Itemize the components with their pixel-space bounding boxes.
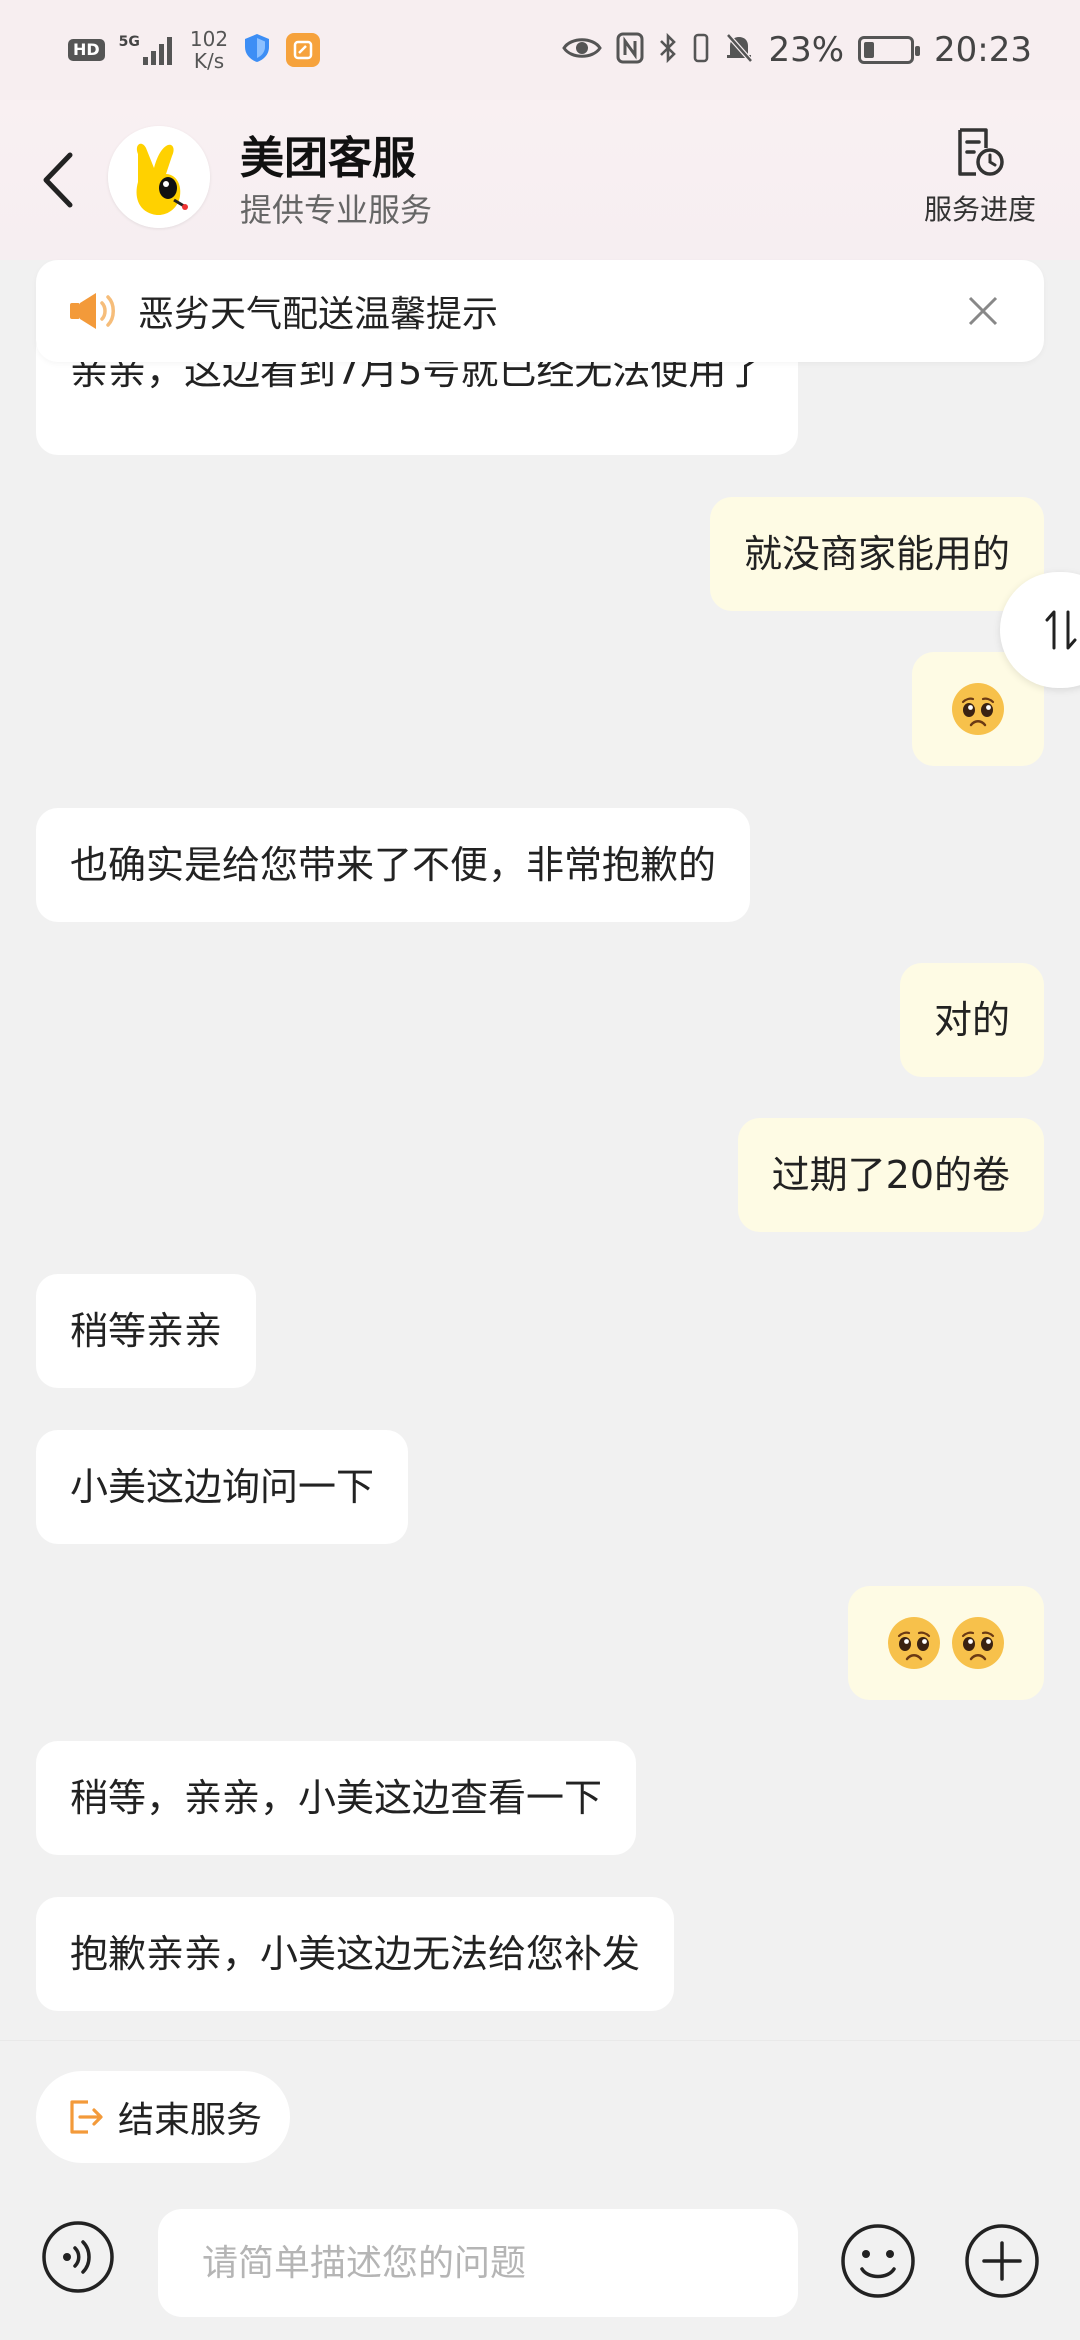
notice-text: 恶劣天气配送温馨提示: [138, 294, 499, 335]
emoji-button[interactable]: [838, 2221, 918, 2301]
smiley-icon: [841, 2224, 915, 2298]
network-type: 5G: [118, 34, 140, 50]
clock: 20:23: [934, 30, 1032, 70]
signal-icon: 5G: [119, 35, 176, 65]
vibrate-icon: [692, 32, 710, 68]
app-notification-icon: [286, 33, 321, 67]
nfc-icon: [616, 32, 644, 68]
page-title: 美团客服: [240, 133, 416, 184]
message-bubble-outgoing[interactable]: 过期了20的卷: [737, 1118, 1044, 1232]
battery-fill: [864, 42, 875, 58]
eye-icon: [562, 35, 603, 65]
close-notice-button[interactable]: [958, 286, 1008, 336]
voice-icon: [42, 2221, 114, 2293]
back-button[interactable]: [30, 140, 86, 220]
meituan-mascot-icon: [108, 126, 210, 228]
status-right: 23% 20:23: [562, 30, 1032, 70]
plus-icon: [965, 2224, 1039, 2298]
mute-bell-icon: [724, 32, 754, 68]
message-bubble-incoming[interactable]: 小美这边询问一下: [36, 1430, 409, 1544]
message-input[interactable]: [202, 2242, 798, 2284]
network-speed: 102 K/s: [190, 28, 228, 72]
message-text: 过期了20的卷: [771, 1153, 1010, 1197]
chat-header: 美团客服 提供专业服务 服务进度: [0, 100, 1080, 260]
pleading-face-emoji-icon: [952, 683, 1004, 735]
shield-icon: [242, 32, 272, 68]
more-options-button[interactable]: [962, 2221, 1042, 2301]
message-bubble-incoming[interactable]: 稍等，亲亲，小美这边查看一下: [36, 1741, 637, 1855]
document-clock-icon: [958, 128, 1004, 176]
message-text: 抱歉亲亲，小美这边无法给您补发: [70, 1932, 641, 1976]
speed-value: 102: [189, 27, 229, 51]
service-progress-label: 服务进度: [923, 193, 1036, 226]
bluetooth-icon: [658, 32, 678, 68]
message-text: 就没商家能用的: [743, 532, 1010, 576]
battery-percent: 23%: [768, 30, 845, 70]
message-bubble-outgoing[interactable]: 对的: [899, 963, 1044, 1077]
message-bubble-incoming[interactable]: 稍等亲亲: [36, 1274, 257, 1388]
message-text: 稍等，亲亲，小美这边查看一下: [70, 1776, 603, 1820]
speaker-icon: [70, 293, 115, 329]
exit-icon: [70, 2100, 103, 2134]
close-icon: [968, 296, 998, 326]
battery-icon: [858, 36, 921, 64]
swap-vertical-icon: [1045, 610, 1077, 650]
message-text: 小美这边询问一下: [70, 1465, 375, 1509]
hd-badge: HD: [68, 39, 105, 61]
page-subtitle: 提供专业服务: [240, 191, 433, 229]
pleading-face-emoji-icon: [952, 1617, 1004, 1669]
message-text: 也确实是给您带来了不便，非常抱歉的: [70, 843, 717, 887]
message-bubble-incoming[interactable]: 抱歉亲亲，小美这边无法给您补发: [36, 1897, 675, 2011]
weather-notice-banner[interactable]: 恶劣天气配送温馨提示: [36, 260, 1044, 362]
end-service-label: 结束服务: [118, 2100, 263, 2141]
bottom-composer: 结束服务: [0, 2040, 1080, 2340]
message-bubble-incoming[interactable]: 也确实是给您带来了不便，非常抱歉的: [36, 808, 751, 922]
voice-input-button[interactable]: [40, 2219, 116, 2295]
end-service-button[interactable]: 结束服务: [36, 2071, 291, 2163]
pleading-face-emoji-icon: [888, 1617, 940, 1669]
message-input-container[interactable]: [158, 2209, 798, 2317]
message-bubble-outgoing[interactable]: [848, 1586, 1044, 1700]
avatar[interactable]: [108, 126, 210, 228]
speed-unit: K/s: [193, 49, 225, 73]
message-text: 稍等亲亲: [70, 1309, 223, 1353]
status-left: HD 5G 102 K/s: [68, 28, 321, 72]
message-bubble-outgoing[interactable]: 就没商家能用的: [709, 497, 1044, 611]
service-progress-button[interactable]: 服务进度: [920, 126, 1040, 236]
chevron-left-icon: [43, 152, 73, 208]
message-text: 对的: [933, 998, 1010, 1042]
status-bar: HD 5G 102 K/s 23% 20:23: [0, 0, 1080, 100]
